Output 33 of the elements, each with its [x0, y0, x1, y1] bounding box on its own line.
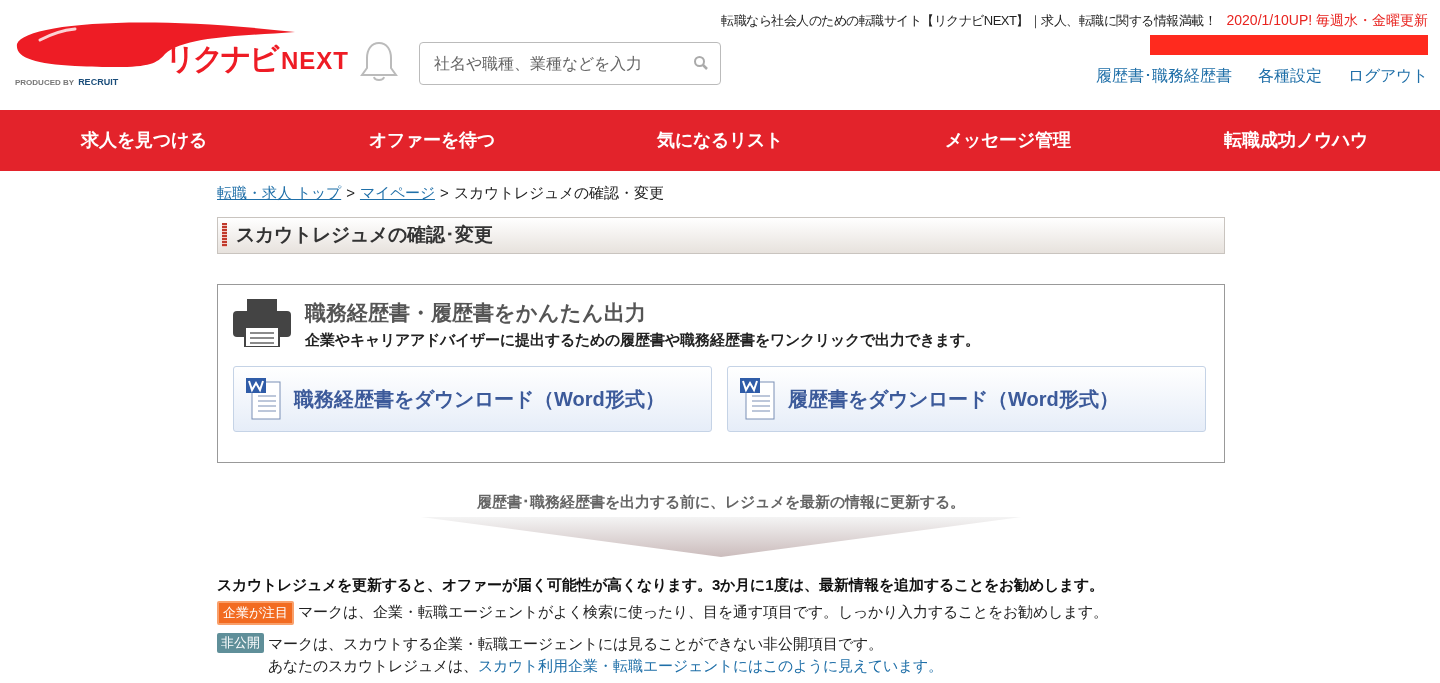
- resume-note: あなたのスカウトレジュメは、: [268, 655, 478, 676]
- breadcrumb-link[interactable]: 転職・求人 トップ: [217, 182, 342, 205]
- page-title: スカウトレジュメの確認･変更: [236, 222, 493, 247]
- panel-title: 職務経歴書・履歴書をかんたん出力: [305, 299, 647, 326]
- update-notice: 2020/1/10UP! 毎週水・金曜更新: [1226, 11, 1428, 30]
- nav-tab[interactable]: 求人を見つける: [0, 110, 288, 171]
- search-field[interactable]: 社名や職種、業種などを入力: [419, 42, 722, 85]
- download-button[interactable]: 職務経歴書をダウンロード（Word形式）: [233, 365, 712, 432]
- panel-description: 企業やキャリアアドバイザーに提出するための履歴書や職務経歴書をワンクリックで出力できます。: [305, 330, 980, 350]
- preview-link[interactable]: スカウト利用企業・転職エージェントにはこのように見えています。: [478, 654, 943, 677]
- breadcrumb-link[interactable]: マイページ: [359, 182, 435, 205]
- tagline-text: 転職なら社会人のための転職サイト【リクナビNEXT】｜求人、転職に関する情報満載！: [721, 11, 1217, 31]
- intro-text: スカウトレジュメを更新すると、オファーが届く可能性が高くなります。3か月に1度は、最新情報を追加することをお勧めします。: [217, 575, 1105, 595]
- update-hint: 履歴書･職務経歴書を出力する前に、レジュメを最新の情報に更新する。: [477, 491, 965, 512]
- logo-wordmark: NEXT: [281, 49, 349, 73]
- nav-tab[interactable]: 転職成功ノウハウ: [1152, 110, 1440, 171]
- produced-by-text: PRODUCED BY: [15, 78, 75, 87]
- nav-tab[interactable]: オファーを待つ: [288, 110, 576, 171]
- nav-tab[interactable]: メッセージ管理: [864, 110, 1152, 171]
- breadcrumb-current: スカウトレジュメの確認・変更: [453, 183, 664, 203]
- breadcrumb-separator: >: [439, 183, 449, 203]
- mark-description: マークは、スカウトする企業・転職エージェントには見ることができない非公開項目です。: [268, 633, 884, 654]
- mark-description: マークは、企業・転職エージェントがよく検索に使ったり、目を通す項目です。しっかり入力することをお勧めします。: [298, 601, 1108, 622]
- mark-badge: 企業が注目: [217, 600, 294, 625]
- breadcrumb-separator: >: [346, 183, 355, 203]
- nav-tab[interactable]: 気になるリスト: [576, 110, 864, 171]
- header-link[interactable]: 履歴書･職務経歴書: [1096, 64, 1232, 88]
- header-link[interactable]: 各種設定: [1258, 64, 1322, 88]
- header-link[interactable]: ログアウト: [1348, 64, 1428, 88]
- company-logo: RECRUIT: [78, 78, 119, 87]
- mark-badge: 非公開: [217, 632, 264, 653]
- logo-wordmark: リクナビ: [165, 44, 277, 74]
- download-button[interactable]: 履歴書をダウンロード（Word形式）: [727, 365, 1206, 432]
